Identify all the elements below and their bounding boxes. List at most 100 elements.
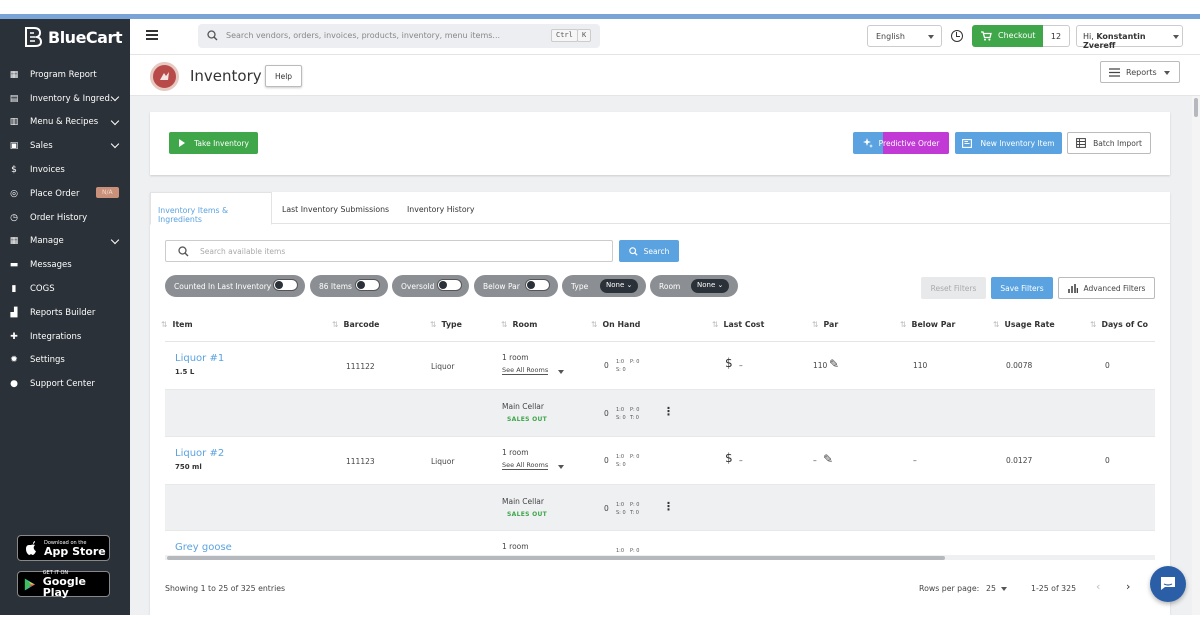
item-search-input[interactable]: Search available items bbox=[165, 240, 613, 262]
filter-room[interactable]: Room None ⌄ bbox=[650, 275, 738, 297]
filter-below-par-toggle[interactable] bbox=[525, 279, 550, 291]
column-header[interactable]: ⇅ Room bbox=[501, 320, 537, 329]
see-all-rooms-link[interactable]: See All Rooms bbox=[502, 461, 549, 470]
app-store-badge[interactable]: Download on the App Store bbox=[17, 535, 110, 561]
status-badge: N/A bbox=[96, 186, 119, 198]
cart-count[interactable]: 12 bbox=[1043, 25, 1070, 47]
column-header[interactable]: ⇅ Days of Co bbox=[1090, 320, 1148, 329]
item-size: 1.5 L bbox=[175, 368, 195, 376]
more-vert-icon[interactable]: ⋮ bbox=[663, 500, 674, 513]
language-select[interactable]: English bbox=[867, 25, 942, 47]
column-header[interactable]: ⇅ Par bbox=[812, 320, 838, 329]
filter-type-select[interactable]: None ⌄ bbox=[600, 279, 639, 293]
hamburger-menu-icon[interactable] bbox=[146, 30, 158, 40]
column-header[interactable]: ⇅ Item bbox=[161, 320, 193, 329]
sidebar-item-menu-recipes[interactable]: ▥ Menu & Recipes bbox=[0, 111, 130, 135]
column-header[interactable]: ⇅ On Hand bbox=[591, 320, 640, 329]
column-header[interactable]: ⇅ Barcode bbox=[332, 320, 379, 329]
tab-inventory-history[interactable]: Inventory History bbox=[407, 192, 487, 225]
filter-counted-last-inventory[interactable]: Counted In Last Inventory bbox=[165, 275, 305, 297]
inventory-icon: ▤ bbox=[9, 93, 19, 104]
play-icon bbox=[179, 139, 186, 147]
more-vert-icon[interactable]: ⋮ bbox=[663, 405, 674, 418]
sidebar-item-support-center[interactable]: ● Support Center bbox=[0, 372, 130, 396]
take-inventory-button[interactable]: Take Inventory bbox=[169, 132, 258, 154]
chat-button[interactable] bbox=[1150, 566, 1186, 602]
tab-last-submissions[interactable]: Last Inventory Submissions bbox=[282, 192, 392, 225]
sidebar-item-settings[interactable]: ✹ Settings bbox=[0, 349, 130, 373]
pencil-icon[interactable]: ✎ bbox=[829, 357, 839, 371]
on-hand-count: 1:0 bbox=[616, 548, 625, 554]
take-inventory-label: Take Inventory bbox=[194, 138, 249, 148]
brand-logo[interactable]: BlueCart bbox=[24, 27, 123, 47]
sidebar-item-cogs[interactable]: ▮ COGS bbox=[0, 277, 130, 301]
vertical-scrollbar[interactable] bbox=[1192, 96, 1200, 615]
last-cost-value: – bbox=[739, 456, 743, 465]
filter-counted-label: Counted In Last Inventory bbox=[174, 281, 272, 291]
sidebar-item-program-report[interactable]: ▦ Program Report bbox=[0, 63, 130, 87]
table-body: Liquor #1 1.5 L 111122 Liquor 1 room See All … bbox=[165, 342, 1155, 556]
sidebar-item-order-history[interactable]: ◷ Order History bbox=[0, 206, 130, 230]
column-header[interactable]: ⇅ Type bbox=[430, 320, 462, 329]
item-name-link[interactable]: Grey goose bbox=[175, 542, 232, 553]
sidebar-item-integrations[interactable]: ✚ Integrations bbox=[0, 325, 130, 349]
usage-rate-value: 0.0127 bbox=[1006, 456, 1033, 465]
see-all-caret-icon[interactable] bbox=[558, 370, 564, 374]
clock-icon[interactable] bbox=[951, 30, 963, 42]
par-value: 110 bbox=[813, 361, 828, 370]
filter-below-par[interactable]: Below Par bbox=[474, 275, 558, 297]
reset-filters-button[interactable]: Reset Filters bbox=[921, 277, 986, 299]
horizontal-scroll-thumb[interactable] bbox=[167, 556, 945, 560]
table-row: Grey goose 1 room 1:0 P: 0 bbox=[165, 531, 1155, 556]
filter-oversold[interactable]: Oversold bbox=[392, 275, 469, 297]
new-inventory-item-button[interactable]: New Inventory Item bbox=[955, 132, 1062, 154]
pencil-icon[interactable]: ✎ bbox=[823, 452, 833, 466]
save-filters-button[interactable]: Save Filters bbox=[991, 277, 1053, 299]
filter-oversold-toggle[interactable] bbox=[437, 279, 462, 291]
sidebar-item-manage[interactable]: ▦ Manage bbox=[0, 230, 130, 254]
batch-import-button[interactable]: Batch Import bbox=[1067, 132, 1151, 154]
item-type: Liquor bbox=[431, 362, 455, 371]
sidebar-item-label: Integrations bbox=[30, 331, 82, 342]
sidebar-item-inventory-ingred[interactable]: ▤ Inventory & Ingred. bbox=[0, 87, 130, 111]
on-hand-count: 1:0 bbox=[616, 454, 625, 460]
user-menu[interactable]: Hi, Konstantin Zvereff bbox=[1076, 25, 1183, 50]
sidebar-item-messages[interactable]: ▬ Messages bbox=[0, 253, 130, 277]
rows-per-page-select[interactable]: 25 bbox=[986, 584, 1010, 593]
sidebar-item-invoices[interactable]: $ Invoices bbox=[0, 158, 130, 182]
see-all-rooms-link[interactable]: See All Rooms bbox=[502, 366, 549, 375]
filter-counted-toggle[interactable] bbox=[273, 279, 298, 291]
prev-page-icon[interactable]: ‹ bbox=[1096, 580, 1100, 593]
help-button[interactable]: Help bbox=[265, 65, 302, 87]
search-button[interactable]: Search bbox=[619, 240, 679, 262]
column-header-label: Usage Rate bbox=[1004, 320, 1055, 329]
sort-icon: ⇅ bbox=[501, 320, 508, 329]
chat-icon bbox=[1161, 577, 1175, 590]
filter-oversold-label: Oversold bbox=[401, 281, 435, 291]
column-header[interactable]: ⇅ Usage Rate bbox=[993, 320, 1055, 329]
checkout-button[interactable]: Checkout bbox=[972, 25, 1043, 47]
global-search-input[interactable]: Search vendors, orders, invoices, produc… bbox=[198, 24, 600, 48]
next-page-icon[interactable]: › bbox=[1126, 580, 1130, 593]
item-name-link[interactable]: Liquor #1 bbox=[175, 353, 224, 364]
item-name-link[interactable]: Liquor #2 bbox=[175, 448, 224, 459]
sidebar-item-sales[interactable]: ▣ Sales bbox=[0, 134, 130, 158]
column-header[interactable]: ⇅ Below Par bbox=[900, 320, 955, 329]
filter-type[interactable]: Type None ⌄ bbox=[562, 275, 646, 297]
predictive-order-button[interactable]: Predictive Order bbox=[853, 132, 949, 154]
sidebar-item-place-order[interactable]: ◎ Place Order N/A bbox=[0, 182, 130, 206]
column-header[interactable]: ⇅ Last Cost bbox=[712, 320, 764, 329]
sort-icon: ⇅ bbox=[812, 320, 819, 329]
filter-items-toggle[interactable] bbox=[355, 279, 380, 291]
filter-room-select[interactable]: None ⌄ bbox=[691, 279, 730, 293]
tab-inventory-items[interactable]: Inventory Items & Ingredients bbox=[150, 192, 272, 225]
advanced-filters-button[interactable]: Advanced Filters bbox=[1058, 277, 1155, 299]
see-all-caret-icon[interactable] bbox=[558, 465, 564, 469]
reports-dropdown[interactable]: Reports bbox=[1100, 61, 1180, 83]
filter-items[interactable]: 86 Items bbox=[310, 275, 388, 297]
vertical-scroll-thumb[interactable] bbox=[1194, 98, 1198, 117]
google-play-badge[interactable]: GET IT ON Google Play bbox=[17, 570, 110, 598]
sidebar-item-reports-builder[interactable]: ▟ Reports Builder bbox=[0, 301, 130, 325]
account-avatar[interactable] bbox=[150, 62, 179, 91]
sidebar-item-label: Program Report bbox=[30, 69, 97, 80]
